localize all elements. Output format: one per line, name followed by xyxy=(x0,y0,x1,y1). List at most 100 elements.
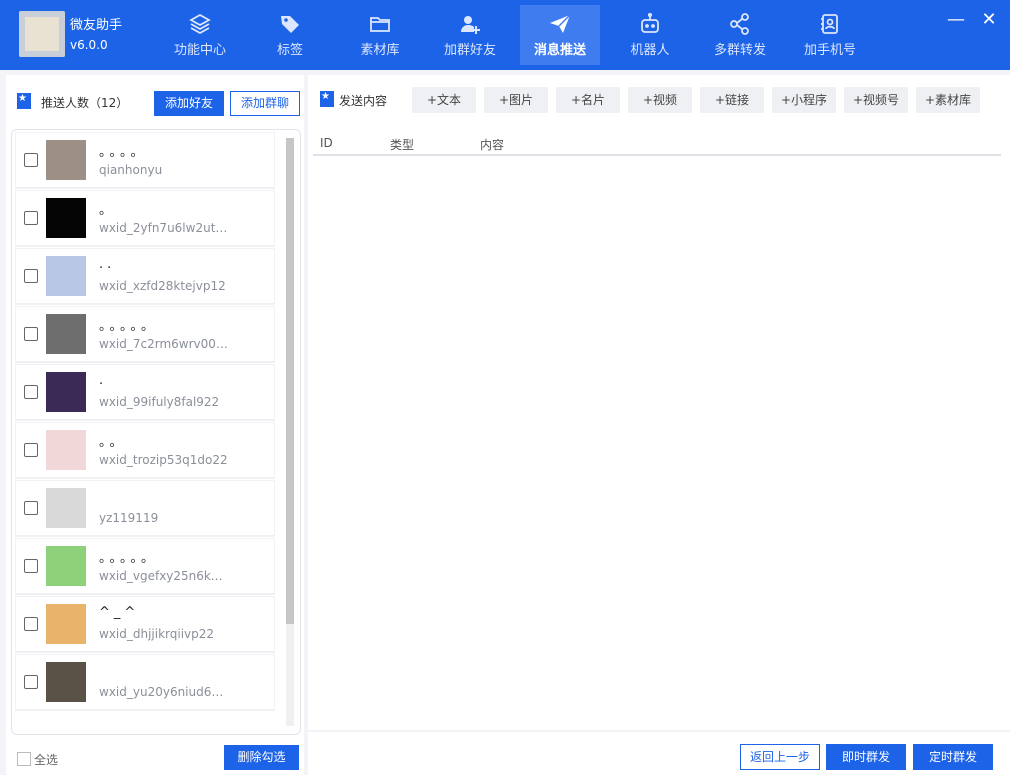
avatar xyxy=(46,140,86,180)
contact-nickname: ^_^ xyxy=(99,605,140,620)
add-miniprogram-button[interactable]: +小程序 xyxy=(772,87,836,113)
avatar xyxy=(46,256,86,296)
contact-nickname: 。。 xyxy=(99,435,127,450)
avatar xyxy=(46,546,86,586)
contact-row[interactable]: 。 wxid_2yfn7u6lw2ut22 xyxy=(16,191,274,246)
contact-row[interactable]: 。。。。。 wxid_vgefxy25n6ka22 xyxy=(16,539,274,594)
column-header-content[interactable]: 内容 xyxy=(480,136,504,153)
contact-row[interactable]: ^_^ wxid_dhjjikrqiivp22 xyxy=(16,597,274,652)
schedule-send-button[interactable]: 定时群发 xyxy=(913,744,993,770)
close-button[interactable]: ✕ xyxy=(977,8,1001,32)
contact-checkbox[interactable] xyxy=(24,385,38,399)
contact-row[interactable]: . wxid_99ifuly8fal922 xyxy=(16,365,274,420)
avatar xyxy=(46,314,86,354)
send-now-button[interactable]: 即时群发 xyxy=(826,744,906,770)
contact-row[interactable]: 。。。。 qianhonyu xyxy=(16,133,274,188)
contact-wxid: wxid_2yfn7u6lw2ut22 xyxy=(99,221,229,235)
contact-row[interactable]: .. wxid_xzfd28ktejvp12 xyxy=(16,249,274,304)
nav-add-phone-number[interactable]: 加手机号 xyxy=(790,5,870,65)
contact-nickname: 。。。。。 xyxy=(99,551,159,566)
add-link-button[interactable]: +链接 xyxy=(700,87,764,113)
contact-row[interactable]: 。。。。。 wxid_7c2rm6wrv007... xyxy=(16,307,274,362)
send-content-title: 发送内容 xyxy=(339,94,388,108)
add-group-button[interactable]: 添加群聊 xyxy=(230,91,300,116)
contact-wxid: wxid_xzfd28ktejvp12 xyxy=(99,279,226,293)
nav-label: 消息推送 xyxy=(533,43,586,58)
contact-checkbox[interactable] xyxy=(24,269,38,283)
nav-message-push[interactable]: 消息推送 xyxy=(520,5,600,65)
nav-robot[interactable]: 机器人 xyxy=(610,5,690,65)
column-header-id[interactable]: ID xyxy=(320,136,333,150)
add-card-button[interactable]: +名片 xyxy=(556,87,620,113)
contact-checkbox[interactable] xyxy=(24,675,38,689)
add-material-button[interactable]: +素材库 xyxy=(916,87,980,113)
contact-nickname: 。。。。 xyxy=(99,145,148,160)
nav-add-group-friends[interactable]: 加群好友 xyxy=(430,5,510,65)
contact-list-scroll: 。。。。 qianhonyu 。 wxid_2yfn7u6lw2ut22.. wxid_… xyxy=(12,130,282,734)
contact-nickname: .. xyxy=(99,257,116,272)
minimize-button[interactable]: — xyxy=(944,8,968,32)
contact-nickname: . xyxy=(99,373,108,388)
avatar xyxy=(46,198,86,238)
contact-checkbox[interactable] xyxy=(24,501,38,515)
contact-checkbox[interactable] xyxy=(24,327,38,341)
select-all-checkbox[interactable] xyxy=(17,752,31,766)
top-bar: 微友助手 v6.0.0 功能中心 标签 素材库 加群好友 消息推送 机器人 多群… xyxy=(0,0,1010,70)
tag-icon xyxy=(281,16,299,33)
contact-list: 。。。。 qianhonyu 。 wxid_2yfn7u6lw2ut22.. wxid_… xyxy=(11,129,301,735)
add-friend-button[interactable]: 添加好友 xyxy=(154,91,224,116)
nav-material-library[interactable]: 素材库 xyxy=(340,5,420,65)
nav-multi-group-forward[interactable]: 多群转发 xyxy=(700,5,780,65)
layers-icon xyxy=(189,13,211,35)
avatar xyxy=(46,604,86,644)
contact-nickname: 。。。。。 xyxy=(99,319,159,334)
nav-label: 加群好友 xyxy=(443,43,496,58)
send-icon xyxy=(550,14,571,33)
nav-label: 机器人 xyxy=(630,43,670,58)
recipient-count-title: 推送人数（12） xyxy=(41,96,129,110)
contact-wxid: wxid_7c2rm6wrv007... xyxy=(99,337,229,351)
contact-checkbox[interactable] xyxy=(24,153,38,167)
folder-icon xyxy=(370,17,390,32)
back-button[interactable]: 返回上一步 xyxy=(740,744,820,770)
contact-checkbox[interactable] xyxy=(24,443,38,457)
add-video-button[interactable]: +视频 xyxy=(628,87,692,113)
nav-tags[interactable]: 标签 xyxy=(250,5,330,65)
select-all-label: 全选 xyxy=(34,753,59,767)
contact-nickname: 。 xyxy=(99,203,117,218)
recipient-panel: 推送人数（12） 添加好友 添加群聊 。。。。 qianhonyu 。 wxid_2y… xyxy=(6,75,304,775)
contact-list-scrollbar[interactable] xyxy=(286,138,294,726)
bookmark-star-icon xyxy=(17,93,31,109)
contact-wxid: wxid_yu20y6niud6z12 xyxy=(99,685,229,699)
avatar xyxy=(46,488,86,528)
send-content-panel: 发送内容 +文本 +图片 +名片 +视频 +链接 +小程序 +视频号 +素材库 … xyxy=(308,75,1010,730)
app-name: 微友助手 xyxy=(70,18,123,33)
avatar xyxy=(46,662,86,702)
bookmark-star-icon xyxy=(320,91,334,107)
delete-selected-button[interactable]: 删除勾选 xyxy=(224,745,299,770)
contact-checkbox[interactable] xyxy=(24,617,38,631)
contact-wxid: yz119119 xyxy=(99,511,159,525)
column-header-type[interactable]: 类型 xyxy=(390,136,414,153)
contact-checkbox[interactable] xyxy=(24,211,38,225)
contact-row[interactable]: wxid_yu20y6niud6z12 xyxy=(16,655,274,710)
table-header-divider xyxy=(313,154,1001,156)
nav-label: 加手机号 xyxy=(803,43,856,58)
nav-label: 功能中心 xyxy=(173,43,226,58)
app-logo xyxy=(19,11,65,57)
add-channels-button[interactable]: +视频号 xyxy=(844,87,908,113)
contact-wxid: qianhonyu xyxy=(99,163,163,177)
add-image-button[interactable]: +图片 xyxy=(484,87,548,113)
share-icon xyxy=(730,13,749,35)
contact-wxid: wxid_dhjjikrqiivp22 xyxy=(99,627,215,641)
app-version: v6.0.0 xyxy=(70,38,108,52)
avatar xyxy=(46,372,86,412)
contact-wxid: wxid_vgefxy25n6ka22 xyxy=(99,569,229,583)
contact-row[interactable]: yz119119 xyxy=(16,481,274,536)
nav-feature-center[interactable]: 功能中心 xyxy=(160,5,240,65)
scrollbar-thumb[interactable] xyxy=(286,138,294,624)
add-text-button[interactable]: +文本 xyxy=(412,87,476,113)
contact-row[interactable]: 。。 wxid_trozip53q1do22 xyxy=(16,423,274,478)
contact-wxid: wxid_trozip53q1do22 xyxy=(99,453,228,467)
contact-checkbox[interactable] xyxy=(24,559,38,573)
